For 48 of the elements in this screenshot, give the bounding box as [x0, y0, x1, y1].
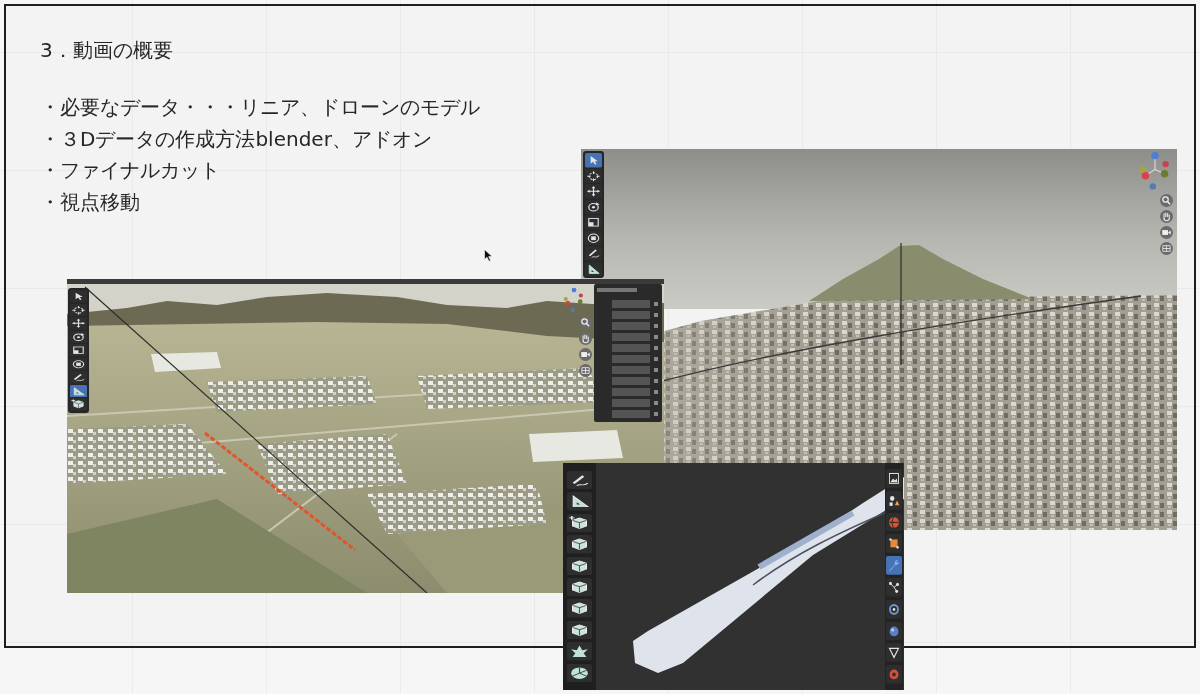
grid-icon[interactable] — [1160, 242, 1173, 255]
pen-stroke-icon[interactable] — [567, 471, 592, 490]
spiky-shape-icon[interactable] — [567, 642, 592, 661]
ruler-icon[interactable] — [70, 384, 87, 397]
ruler-icon[interactable] — [585, 261, 602, 276]
mouse-pointer-icon — [484, 249, 493, 262]
bullet-text: ・視点移動 — [40, 188, 140, 216]
cube-icon[interactable] — [567, 578, 592, 597]
crosshair-icon[interactable] — [585, 168, 602, 183]
nodes-icon[interactable] — [886, 578, 902, 597]
camera-icon[interactable] — [579, 348, 592, 361]
pen-stroke-icon[interactable] — [585, 246, 602, 261]
slide-title: 3．動画の概要 — [40, 37, 173, 64]
scale-icon[interactable] — [70, 344, 87, 357]
cube-icon[interactable] — [567, 556, 592, 576]
scale-icon[interactable] — [585, 215, 602, 230]
axis-gizmo-icon[interactable] — [563, 287, 585, 313]
arrow-pointer-icon[interactable] — [585, 153, 602, 168]
square-icon[interactable] — [886, 534, 902, 554]
bullet-text: ・３Dデータの作成方法blender、アドオン — [40, 125, 432, 153]
arrow-pointer-icon[interactable] — [70, 290, 87, 303]
cube-icon[interactable] — [567, 620, 592, 640]
search-icon[interactable] — [579, 316, 592, 329]
shapes-icon[interactable] — [886, 490, 902, 510]
transform-icon[interactable] — [585, 230, 602, 245]
cube-plus-icon[interactable] — [567, 513, 592, 533]
rotate-icon[interactable] — [585, 199, 602, 214]
ruler-icon[interactable] — [567, 492, 592, 511]
rotate-icon[interactable] — [70, 330, 87, 343]
pie-icon[interactable] — [567, 663, 592, 683]
camera-icon[interactable] — [1160, 226, 1173, 239]
hand-icon[interactable] — [579, 332, 592, 345]
move-arrows-icon[interactable] — [70, 317, 87, 330]
pen-stroke-icon[interactable] — [70, 371, 87, 384]
globe-icon[interactable] — [886, 512, 902, 532]
cube-icon[interactable] — [567, 599, 592, 618]
cube-icon[interactable] — [567, 535, 592, 554]
search-icon[interactable] — [1160, 194, 1173, 207]
picture-icon[interactable] — [886, 469, 902, 488]
transform-icon[interactable] — [70, 357, 87, 370]
crosshair-icon[interactable] — [70, 303, 87, 316]
move-arrows-icon[interactable] — [585, 184, 602, 199]
ring-icon[interactable] — [886, 599, 902, 619]
hand-icon[interactable] — [1160, 210, 1173, 223]
bullet-text: ・必要なデータ・・・リニア、ドローンのモデル — [40, 94, 480, 121]
bullet-text: ・ファイナルカット — [40, 157, 220, 184]
grid-icon[interactable] — [579, 364, 592, 377]
cube-plus-icon[interactable] — [70, 398, 87, 411]
